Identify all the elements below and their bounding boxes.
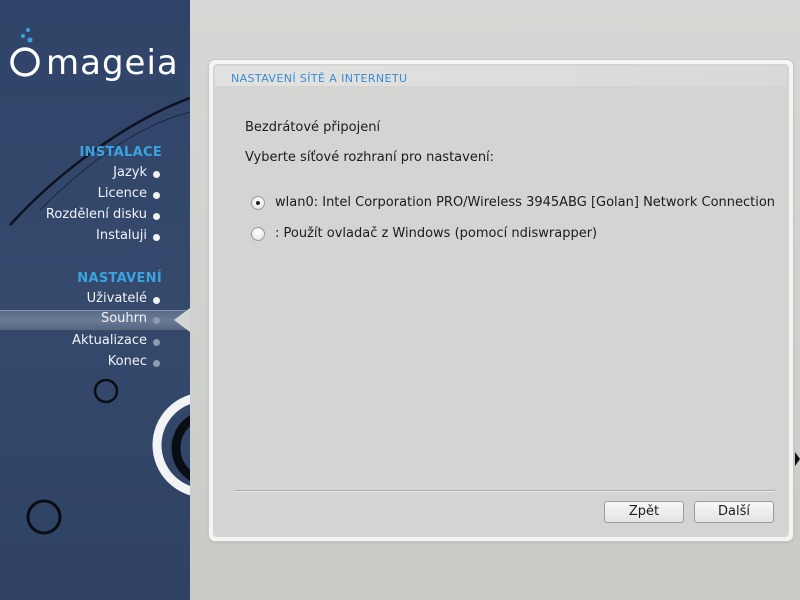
divider: [235, 490, 775, 492]
sidebar-item-label: Rozdělení disku: [45, 207, 147, 222]
logo-wordmark: mageia: [46, 43, 179, 82]
decorative-ring-black: [171, 415, 190, 481]
step-pending-icon: [153, 360, 160, 367]
sidebar-item-label: Licence: [97, 186, 147, 201]
sidebar-item-label: Uživatelé: [86, 291, 147, 306]
step-done-icon: [153, 234, 160, 241]
sidebar-item-installing: Instaluji: [0, 227, 190, 248]
mageia-logo: mageia: [8, 26, 188, 86]
main-panel: NASTAVENÍ SÍTĚ A INTERNETU Bezdrátové př…: [209, 60, 793, 541]
sidebar-item-users: Uživatelé: [0, 290, 190, 311]
radio-button-selected[interactable]: [251, 196, 265, 210]
step-done-icon: [153, 171, 160, 178]
sidebar-item-label: Souhrn: [100, 311, 147, 326]
mageia-logo-graphic: mageia: [10, 28, 179, 83]
radio-option-label[interactable]: : Použít ovladač z Windows (pomocí ndisw…: [275, 226, 597, 241]
section-title-installation: INSTALACE: [79, 145, 162, 160]
sidebar: mageia INSTALACE Jazyk Licence Rozdělení…: [0, 0, 190, 600]
step-pending-icon: [153, 339, 160, 346]
radio-button[interactable]: [251, 227, 265, 241]
sidebar-item-label: Aktualizace: [72, 333, 147, 348]
section-title-configuration: NASTAVENÍ: [77, 271, 162, 286]
instruction-text: Vyberte síťové rozhraní pro nastavení:: [245, 150, 495, 165]
sidebar-item-summary: Souhrn: [0, 310, 190, 331]
sidebar-item-label: Instaluji: [96, 228, 147, 243]
sidebar-item-label: Konec: [107, 354, 147, 369]
step-done-icon: [153, 192, 160, 199]
next-button[interactable]: Další: [694, 501, 774, 523]
sidebar-item-updates: Aktualizace: [0, 332, 190, 353]
back-button[interactable]: Zpět: [604, 501, 684, 523]
section-heading: Bezdrátové připojení: [245, 120, 381, 135]
step-done-icon: [153, 297, 160, 304]
panel-content: NASTAVENÍ SÍTĚ A INTERNETU Bezdrátové př…: [213, 64, 789, 537]
mouse-cursor-icon: [795, 452, 800, 466]
sidebar-item-language: Jazyk: [0, 164, 190, 185]
step-current-icon: [153, 317, 160, 324]
page-title: NASTAVENÍ SÍTĚ A INTERNETU: [231, 72, 408, 85]
sidebar-item-license: Licence: [0, 185, 190, 206]
decorative-circle-small: [93, 378, 119, 404]
radio-selected-dot: [256, 201, 260, 205]
decorative-circle-medium: [26, 499, 62, 535]
sidebar-item-label: Jazyk: [113, 165, 147, 180]
step-done-icon: [153, 213, 160, 220]
active-step-pointer-icon: [174, 308, 190, 332]
sidebar-item-finish: Konec: [0, 353, 190, 374]
radio-option-label[interactable]: wlan0: Intel Corporation PRO/Wireless 39…: [275, 195, 775, 210]
sidebar-item-partitioning: Rozdělení disku: [0, 206, 190, 227]
